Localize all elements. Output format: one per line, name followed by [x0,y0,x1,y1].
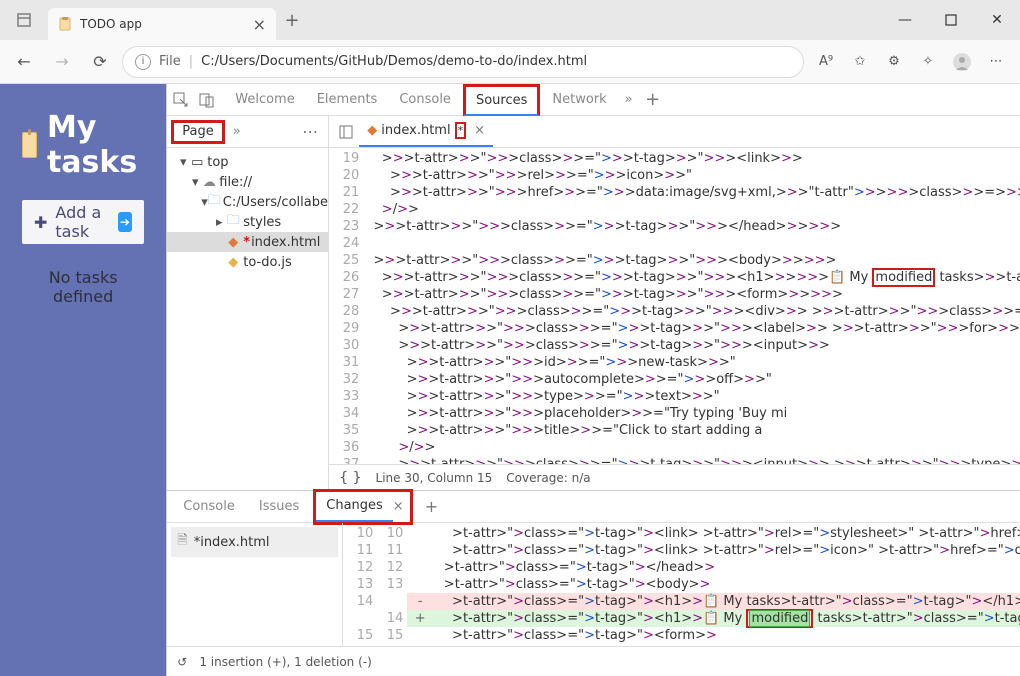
close-window-button[interactable]: ✕ [974,0,1020,40]
tree-folder[interactable]: ▾🗀C:/Users/collabera [167,192,328,212]
navigator-tab-page[interactable]: Page [171,120,224,144]
tab-title: TODO app [80,17,245,31]
add-task-input[interactable]: ✚ Add a task ➔ [22,200,144,244]
submit-arrow-icon[interactable]: ➔ [118,212,133,232]
drawer-tab-changes[interactable]: Changes [316,492,393,522]
tree-todo-js[interactable]: ◆to-do.js [167,252,328,272]
read-aloud-icon[interactable]: A⁹ [810,46,842,78]
url-scheme: File [159,54,181,69]
forward-button[interactable]: → [46,46,78,78]
editor-status: { } Line 30, Column 15 Coverage: n/a [329,464,1020,490]
tab-sources[interactable]: Sources [463,84,540,116]
url-bar[interactable]: i File | C:/Users/Documents/GitHub/Demos… [122,46,804,78]
changed-file[interactable]: 🗎*index.html [171,527,338,557]
url-path: C:/Users/Documents/GitHub/Demos/demo-to-… [201,54,587,69]
profile-icon[interactable] [946,46,978,78]
sources-navigator: Page » ⋯ ▾▭top ▾☁file:// ▾🗀C:/Users/coll… [167,116,329,490]
editor-file-tab[interactable]: ◆ index.html * × [359,117,493,147]
close-tab-icon[interactable]: × [253,15,266,34]
devtools-tabs: Welcome Elements Console Sources Network… [167,84,1020,116]
browser-tab[interactable]: TODO app × [48,8,276,40]
close-changes-tab-icon[interactable]: × [393,499,410,514]
url-sep: | [189,54,193,69]
tree-top[interactable]: ▾▭top [167,152,328,172]
tab-network[interactable]: Network [542,84,616,116]
rendered-page: My tasks ✚ Add a task ➔ No tasks defined [0,84,166,676]
back-button[interactable]: ← [8,46,40,78]
code-editor[interactable]: 1920212223242526272829303132333435363738… [329,148,1020,464]
site-info-icon[interactable]: i [135,54,151,70]
settings-icon[interactable]: ⚙ [878,46,910,78]
changes-files: 🗎*index.html [167,523,343,646]
maximize-button[interactable] [928,0,974,40]
clipboard-icon [22,132,37,158]
drawer-add-tab-icon[interactable]: + [417,497,446,516]
window-controls: — ✕ [882,0,1020,40]
close-file-icon[interactable]: × [474,123,485,138]
new-tab-button[interactable]: + [276,10,308,31]
tree-styles[interactable]: ▸🗀styles [167,212,328,232]
modified-marker: * [455,122,467,139]
add-tab-icon[interactable]: + [641,89,665,110]
more-icon[interactable]: ⋯ [980,46,1012,78]
html-file-icon: ◆ [367,123,377,138]
changes-diff[interactable]: 101112131415 101112131415 >t-attr>">clas… [343,523,1020,646]
diff-summary: 1 insertion (+), 1 deletion (-) [199,655,371,669]
more-tabs-icon[interactable]: » [619,92,639,107]
editor-file-name: index.html [381,123,450,138]
reload-button[interactable]: ⟳ [84,46,116,78]
tree-file-scheme[interactable]: ▾☁file:// [167,172,328,192]
devtools: Welcome Elements Console Sources Network… [166,84,1020,676]
page-heading: My tasks [22,110,144,180]
tree-index-html[interactable]: ◆*index.html [167,232,328,252]
bracket-icon[interactable]: { } [339,470,361,486]
tab-actions-icon[interactable] [0,13,48,27]
heading-text: My tasks [47,110,144,180]
inspect-icon[interactable] [173,92,197,108]
tab-welcome[interactable]: Welcome [225,84,304,116]
device-icon[interactable] [199,92,223,108]
coverage-status: Coverage: n/a [506,471,590,485]
cursor-position: Line 30, Column 15 [376,471,493,485]
collections-icon[interactable]: ✧ [912,46,944,78]
favicon-icon [58,17,72,31]
navigator-menu-icon[interactable]: ⋯ [296,122,324,141]
file-tree: ▾▭top ▾☁file:// ▾🗀C:/Users/collabera ▸🗀s… [167,148,328,276]
navigator-more-icon[interactable]: » [229,124,245,139]
plus-icon: ✚ [34,213,47,232]
editor: ◆ index.html * × 192021222324252627282930… [329,116,1020,490]
favorite-icon[interactable]: ✩ [844,46,876,78]
tab-elements[interactable]: Elements [307,84,388,116]
addressbar: ← → ⟳ i File | C:/Users/Documents/GitHub… [0,40,1020,84]
drawer-tab-issues[interactable]: Issues [249,492,309,522]
titlebar: TODO app × + — ✕ [0,0,1020,40]
add-task-label: Add a task [55,203,117,241]
drawer-status: ↺ 1 insertion (+), 1 deletion (-) [167,646,1020,676]
revert-icon[interactable]: ↺ [177,655,187,669]
drawer-tab-console[interactable]: Console [173,492,245,522]
empty-state: No tasks defined [22,268,144,306]
minimize-button[interactable]: — [882,0,928,40]
tab-console[interactable]: Console [389,84,461,116]
drawer: Console Issues Changes × + ✕ 🗎*index.htm… [167,490,1020,676]
editor-nav-toggle-icon[interactable] [333,125,359,139]
